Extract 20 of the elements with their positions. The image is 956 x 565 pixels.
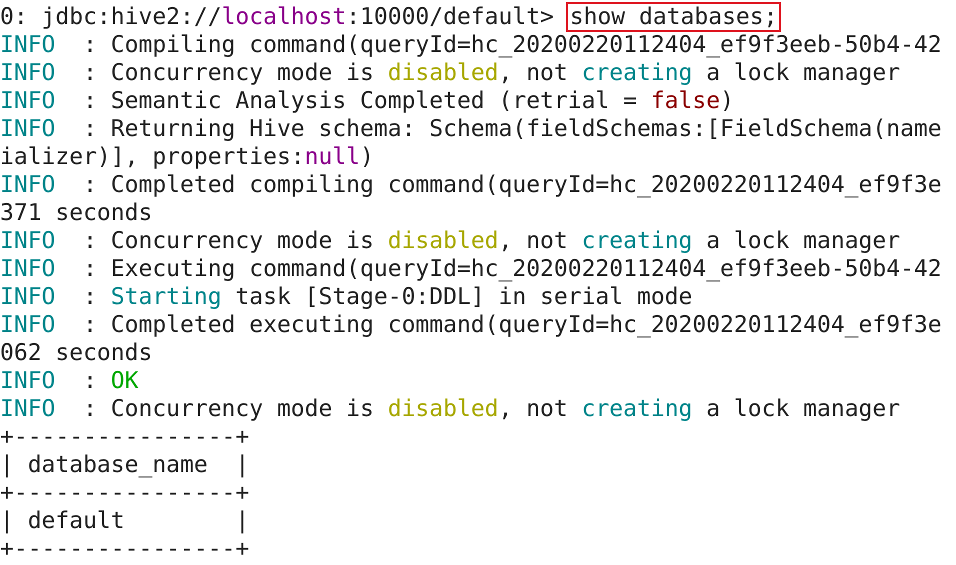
- terminal-line: 062 seconds: [0, 340, 152, 366]
- terminal-line: | default |: [0, 508, 250, 534]
- terminal-line: INFO : Semantic Analysis Completed (retrial = false): [0, 88, 734, 114]
- terminal-line: INFO : Completed compiling command(queryId=hc_20200220112404_ef9f3e: [0, 172, 942, 198]
- terminal-line: INFO : Returning Hive schema: Schema(fieldSchemas:[FieldSchema(name: [0, 116, 942, 142]
- terminal-line: INFO : Completed executing command(queryId=hc_20200220112404_ef9f3e: [0, 312, 942, 338]
- terminal-line: INFO : Starting task [Stage-0:DDL] in serial mode: [0, 284, 692, 310]
- terminal-line: INFO : Compiling command(queryId=hc_20200220112404_ef9f3eeb-50b4-42: [0, 32, 942, 58]
- terminal-line: INFO : Concurrency mode is disabled, not creating a lock manager: [0, 228, 900, 254]
- terminal-line: +----------------+: [0, 424, 250, 450]
- terminal-line: INFO : Concurrency mode is disabled, not creating a lock manager: [0, 60, 900, 86]
- terminal-line: 0: jdbc:hive2://localhost:10000/default> show databases;: [0, 4, 780, 30]
- terminal-line: | database_name |: [0, 452, 250, 478]
- terminal-line: +----------------+: [0, 536, 250, 562]
- terminal-line: 371 seconds: [0, 200, 152, 226]
- terminal-line: INFO : Concurrency mode is disabled, not creating a lock manager: [0, 396, 900, 422]
- terminal-line: INFO : Executing command(queryId=hc_20200220112404_ef9f3eeb-50b4-42: [0, 256, 942, 282]
- terminal-line: ializer)], properties:null): [0, 144, 374, 170]
- terminal-line: +----------------+: [0, 480, 250, 506]
- terminal-line: INFO : OK: [0, 368, 138, 394]
